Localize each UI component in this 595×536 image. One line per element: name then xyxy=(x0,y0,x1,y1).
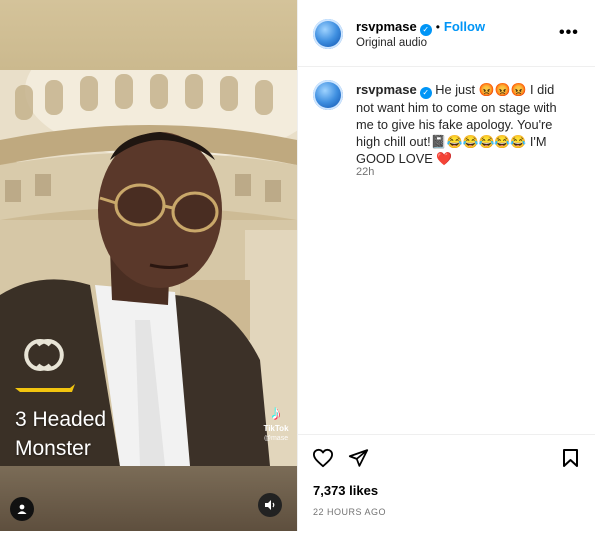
instagram-post: 3 Headed Monster ♪ TikTok @mase rsvpmase… xyxy=(0,0,595,536)
mute-button[interactable] xyxy=(258,493,282,517)
speaker-icon xyxy=(265,500,275,510)
post-header: rsvpmase ✓ • Follow Original audio ••• xyxy=(298,0,595,67)
more-icon[interactable]: ••• xyxy=(559,24,579,42)
comment-time[interactable]: 22h xyxy=(356,166,374,178)
comment-avatar[interactable] xyxy=(313,80,343,110)
comment-username[interactable]: rsvpmase xyxy=(356,82,417,97)
post-sidebar: rsvpmase ✓ • Follow Original audio ••• rsvp… xyxy=(297,0,595,531)
overlay-line-2: Monster xyxy=(15,437,91,460)
video-text-overlay: 3 Headed Monster xyxy=(15,405,106,463)
post-timestamp[interactable]: 22 HOURS AGO xyxy=(313,507,386,517)
tiktok-icon: ♪ xyxy=(271,403,281,424)
header-user-line: rsvpmase ✓ • Follow xyxy=(356,18,485,36)
comment-body: rsvpmase ✓ He just 😡😡😡 I did not want him… xyxy=(356,81,574,167)
header-username[interactable]: rsvpmase xyxy=(356,19,417,34)
tiktok-watermark: ♪ TikTok @mase xyxy=(258,404,294,444)
media-bottom-band xyxy=(0,466,297,531)
share-icon[interactable] xyxy=(348,448,369,468)
heart-icon[interactable] xyxy=(312,448,334,468)
verified-badge-icon: ✓ xyxy=(419,87,432,99)
tiktok-label: TikTok xyxy=(263,424,289,433)
likes-count[interactable]: 7,373 likes xyxy=(313,483,378,498)
post-actions: 7,373 likes 22 HOURS AGO xyxy=(298,434,595,532)
audio-link[interactable]: Original audio xyxy=(356,37,427,49)
header-separator: • xyxy=(435,20,440,34)
bookmark-icon[interactable] xyxy=(562,448,579,468)
tagged-users-button[interactable] xyxy=(10,497,34,521)
overlay-line-1: 3 Headed xyxy=(15,408,107,431)
avatar[interactable] xyxy=(313,19,343,49)
user-icon xyxy=(17,504,27,514)
follow-button[interactable]: Follow xyxy=(444,19,485,34)
tiktok-handle: @mase xyxy=(263,435,289,442)
media-top-band xyxy=(0,0,297,70)
post-media[interactable]: 3 Headed Monster ♪ TikTok @mase xyxy=(0,0,297,531)
verified-badge-icon: ✓ xyxy=(419,24,432,36)
